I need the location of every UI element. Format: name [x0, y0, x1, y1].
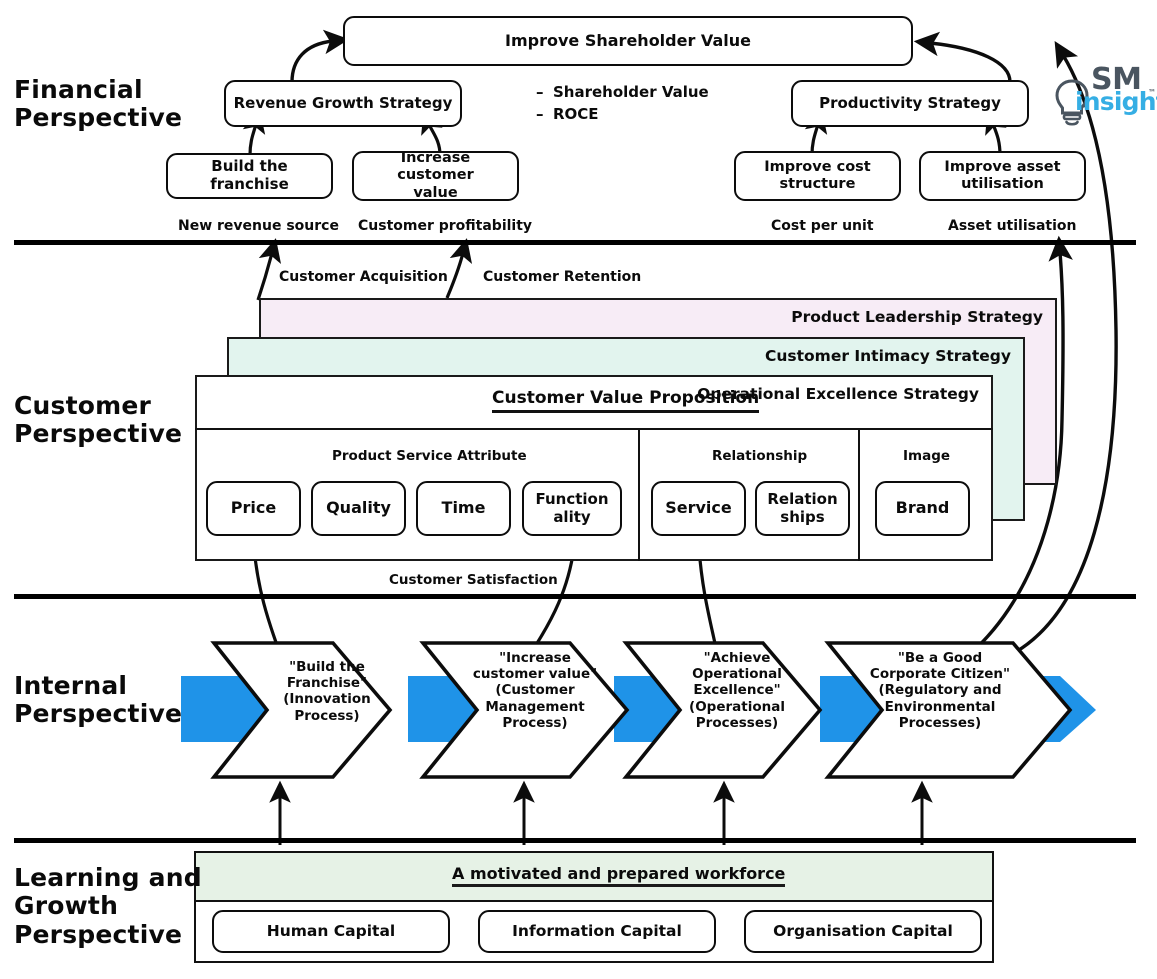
process-achieve-operational-excellence[interactable]: "Achieve Operational Excellence" (Operat…	[678, 650, 796, 731]
driver-build-the-franchise[interactable]: Build the franchise	[166, 153, 333, 199]
strategy-revenue-growth[interactable]: Revenue Growth Strategy	[224, 80, 462, 127]
layer-title: Customer Intimacy Strategy	[764, 347, 1011, 365]
process-increase-customer-value[interactable]: "Increase customer value" (Customer Mana…	[472, 650, 598, 731]
cvp-item-time[interactable]: Time	[416, 481, 511, 536]
metric-customer-profitability: Customer profitability	[358, 218, 533, 234]
capital-information-capital[interactable]: Information Capital	[478, 910, 716, 953]
cvp-group-heading-relationship: Relationship	[712, 448, 808, 464]
kpi-label: Shareholder Value	[553, 83, 709, 101]
cvp-item-functionality[interactable]: Function ality	[522, 481, 622, 536]
band-label-customer: Customer Perspective	[14, 391, 183, 449]
process-be-a-good-corporate-citizen[interactable]: "Be a Good Corporate Citizen" (Regulator…	[862, 650, 1018, 731]
strategy-map-canvas: Financial Perspective Improve Shareholde…	[0, 0, 1157, 979]
cvp-item-quality[interactable]: Quality	[311, 481, 406, 536]
divider-financial-customer	[14, 240, 1136, 245]
cvp-col-divider	[638, 428, 640, 561]
cvp-item-service[interactable]: Service	[651, 481, 746, 536]
objective-improve-shareholder-value[interactable]: Improve Shareholder Value	[343, 16, 913, 66]
cvp-group-heading-image: Image	[903, 448, 951, 464]
kpi-row: – ROCE	[536, 104, 709, 126]
strategy-productivity[interactable]: Productivity Strategy	[791, 80, 1029, 127]
band-label-internal: Internal Perspective	[14, 671, 183, 729]
band-label-financial: Financial Perspective	[14, 75, 183, 133]
process-build-the-franchise[interactable]: "Build the Franchise" (Innovation Proces…	[272, 659, 382, 724]
sm-insight-logo[interactable]: SM insight ™	[1044, 62, 1157, 134]
layer-title: Product Leadership Strategy	[791, 308, 1043, 326]
metric-new-revenue-source: New revenue source	[178, 218, 339, 234]
cvp-item-price[interactable]: Price	[206, 481, 301, 536]
customer-value-proposition-title: Customer Value Proposition	[492, 388, 760, 413]
cvp-item-brand[interactable]: Brand	[875, 481, 970, 536]
driver-increase-customer-value[interactable]: Increase customer value	[352, 150, 519, 201]
driver-improve-asset-utilisation[interactable]: Improve asset utilisation	[919, 151, 1086, 201]
capital-organisation-capital[interactable]: Organisation Capital	[744, 910, 982, 953]
cvp-header-rule	[195, 428, 993, 430]
metric-asset-utilisation: Asset utilisation	[948, 218, 1077, 234]
kpi-row: – Shareholder Value	[536, 82, 709, 104]
chevron-connector-blue	[181, 676, 269, 742]
metric-cost-per-unit: Cost per unit	[771, 218, 874, 234]
label-customer-acquisition: Customer Acquisition	[279, 269, 448, 285]
kpi-bullet: –	[536, 83, 544, 101]
kpi-bullet: –	[536, 104, 544, 123]
cvp-group-heading-product-service-attribute: Product Service Attribute	[332, 448, 527, 464]
driver-improve-cost-structure[interactable]: Improve cost structure	[734, 151, 901, 201]
capital-human-capital[interactable]: Human Capital	[212, 910, 450, 953]
logo-trademark: ™	[1148, 88, 1156, 97]
chevron-connector-blue	[614, 676, 685, 742]
learning-growth-banner-text: A motivated and prepared workforce	[452, 864, 786, 887]
cvp-col-divider	[858, 428, 860, 561]
label-customer-retention: Customer Retention	[483, 269, 642, 285]
logo-secondary-text: insight	[1075, 87, 1157, 116]
divider-internal-learning	[14, 838, 1136, 843]
band-label-learning-growth: Learning and Growth Perspective	[14, 863, 202, 949]
cvp-item-relationships[interactable]: Relation ships	[755, 481, 850, 536]
label-customer-satisfaction: Customer Satisfaction	[389, 572, 558, 588]
kpi-label: ROCE	[553, 104, 599, 123]
financial-kpi-list: – Shareholder Value – ROCE	[536, 82, 709, 126]
divider-customer-internal	[14, 594, 1136, 599]
chevron-connector-blue	[408, 676, 481, 742]
